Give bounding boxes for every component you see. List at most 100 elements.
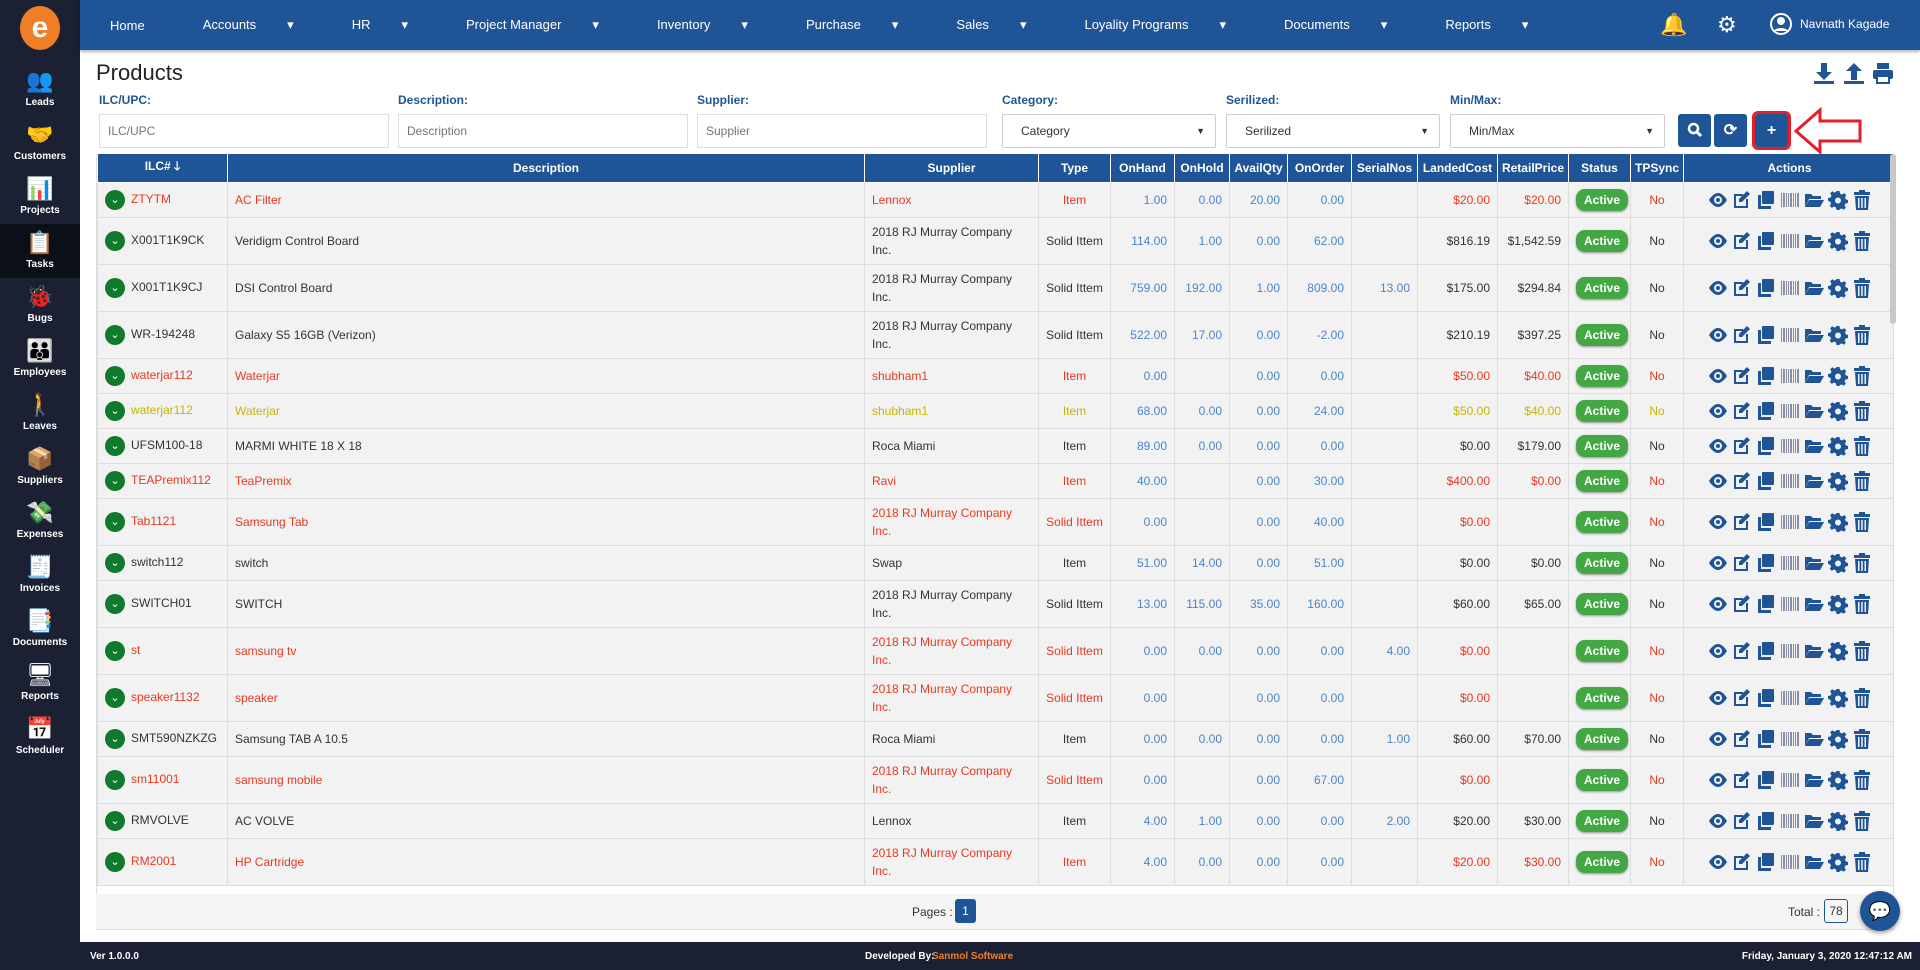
delete-icon[interactable] [1852, 230, 1872, 251]
ilc-link[interactable]: X001T1K9CJ [131, 280, 202, 294]
user-name[interactable]: Navnath Kagade [1800, 17, 1889, 31]
sidebar-item-leads[interactable]: 👥 Leads [0, 62, 80, 116]
app-logo[interactable]: e [20, 6, 60, 50]
view-icon[interactable] [1708, 231, 1728, 251]
barcode-icon[interactable] [1780, 688, 1800, 708]
copy-icon[interactable] [1756, 366, 1776, 386]
barcode-icon[interactable] [1780, 366, 1800, 386]
barcode-icon[interactable] [1780, 729, 1800, 749]
barcode-icon[interactable] [1780, 190, 1800, 210]
sidebar-item-suppliers[interactable]: 📦 Suppliers [0, 440, 80, 494]
settings-icon[interactable] [1827, 641, 1848, 661]
ilc-link[interactable]: ZTYTM [131, 192, 171, 206]
folder-icon[interactable] [1804, 688, 1824, 708]
barcode-icon[interactable] [1780, 278, 1800, 298]
table-row[interactable]: ⌄ X001T1K9CJ DSI Control Board 2018 RJ Murr… [97, 263, 1893, 312]
delete-icon[interactable] [1852, 470, 1872, 491]
print-icon[interactable] [1872, 62, 1894, 90]
copy-icon[interactable] [1756, 190, 1776, 210]
table-row[interactable]: ⌄ ZTYTM AC Filter Lennox Item 1.00 0.00 20.00 0.… [97, 181, 1893, 218]
ilc-link[interactable]: UFSM100-18 [131, 438, 202, 452]
company-link[interactable]: Sanmol Software [932, 951, 1013, 962]
copy-icon[interactable] [1756, 811, 1776, 831]
edit-icon[interactable] [1732, 436, 1752, 456]
settings-icon[interactable] [1827, 325, 1848, 345]
expand-chevron-icon[interactable]: ⌄ [105, 277, 125, 298]
expand-chevron-icon[interactable]: ⌄ [105, 593, 125, 614]
ilc-link[interactable]: RMVOLVE [131, 813, 189, 827]
folder-icon[interactable] [1804, 471, 1824, 491]
view-icon[interactable] [1708, 325, 1728, 345]
table-row[interactable]: ⌄ WR-194248 Galaxy S5 16GB (Verizon) 2018 R… [97, 310, 1893, 359]
nav-documents[interactable]: Documents ▾ [1284, 17, 1416, 33]
barcode-icon[interactable] [1780, 325, 1800, 345]
settings-icon[interactable] [1827, 688, 1848, 708]
serialized-select[interactable]: Serilized ▼ [1226, 114, 1440, 148]
settings-icon[interactable] [1827, 512, 1848, 532]
ilc-link[interactable]: WR-194248 [131, 327, 195, 341]
edit-icon[interactable] [1732, 401, 1752, 421]
ilc-link[interactable]: switch112 [131, 555, 183, 569]
sidebar-item-projects[interactable]: 📊 Projects [0, 170, 80, 224]
edit-icon[interactable] [1732, 190, 1752, 210]
ilc-link[interactable]: TEAPremix112 [131, 473, 211, 487]
view-icon[interactable] [1708, 852, 1728, 872]
user-avatar-icon[interactable] [1770, 13, 1792, 41]
expand-chevron-icon[interactable]: ⌄ [105, 851, 125, 872]
view-icon[interactable] [1708, 436, 1728, 456]
expand-chevron-icon[interactable]: ⌄ [105, 728, 125, 749]
edit-icon[interactable] [1732, 729, 1752, 749]
ilc-link[interactable]: Tab1121 [131, 514, 176, 528]
folder-icon[interactable] [1804, 770, 1824, 790]
nav-sales[interactable]: Sales ▾ [956, 17, 1055, 33]
nav-project-manager[interactable]: Project Manager ▾ [466, 17, 628, 33]
view-icon[interactable] [1708, 190, 1728, 210]
nav-hr[interactable]: HR ▾ [352, 17, 437, 33]
copy-icon[interactable] [1756, 231, 1776, 251]
copy-icon[interactable] [1756, 471, 1776, 491]
folder-icon[interactable] [1804, 278, 1824, 298]
barcode-icon[interactable] [1780, 512, 1800, 532]
view-icon[interactable] [1708, 553, 1728, 573]
copy-icon[interactable] [1756, 325, 1776, 345]
search-button[interactable] [1678, 114, 1711, 147]
chat-button[interactable]: 💬 [1860, 891, 1900, 931]
delete-icon[interactable] [1852, 769, 1872, 790]
nav-purchase[interactable]: Purchase ▾ [806, 17, 927, 33]
view-icon[interactable] [1708, 366, 1728, 386]
edit-icon[interactable] [1732, 811, 1752, 831]
delete-icon[interactable] [1852, 810, 1872, 831]
table-scrollbar[interactable] [1890, 154, 1896, 324]
delete-icon[interactable] [1852, 277, 1872, 298]
view-icon[interactable] [1708, 811, 1728, 831]
edit-icon[interactable] [1732, 770, 1752, 790]
column-header[interactable]: ILC# 🡓 [97, 154, 228, 183]
table-row[interactable]: ⌄ switch112 switch Swap Item 51.00 14.00 0.00 51… [97, 544, 1893, 581]
settings-icon[interactable] [1827, 190, 1848, 210]
sidebar-item-scheduler[interactable]: 📅 Scheduler [0, 710, 80, 764]
settings-icon[interactable] [1827, 366, 1848, 386]
copy-icon[interactable] [1756, 641, 1776, 661]
expand-chevron-icon[interactable]: ⌄ [105, 400, 125, 421]
barcode-icon[interactable] [1780, 401, 1800, 421]
view-icon[interactable] [1708, 688, 1728, 708]
edit-icon[interactable] [1732, 594, 1752, 614]
barcode-icon[interactable] [1780, 231, 1800, 251]
delete-icon[interactable] [1852, 640, 1872, 661]
copy-icon[interactable] [1756, 553, 1776, 573]
edit-icon[interactable] [1732, 325, 1752, 345]
ilc-link[interactable]: waterjar112 [131, 368, 193, 382]
page-1-button[interactable]: 1 [955, 899, 976, 923]
bell-icon[interactable]: 🔔 [1660, 12, 1687, 38]
settings-icon[interactable] [1827, 811, 1848, 831]
table-row[interactable]: ⌄ X001T1K9CK Veridigm Control Board 2018 RJ… [97, 216, 1893, 265]
delete-icon[interactable] [1852, 435, 1872, 456]
category-select[interactable]: Category ▼ [1002, 114, 1216, 148]
view-icon[interactable] [1708, 401, 1728, 421]
ilc-link[interactable]: sm11001 [131, 772, 179, 786]
expand-chevron-icon[interactable]: ⌄ [105, 189, 125, 210]
sidebar-item-invoices[interactable]: 🧾 Invoices [0, 548, 80, 602]
folder-icon[interactable] [1804, 436, 1824, 456]
expand-chevron-icon[interactable]: ⌄ [105, 769, 125, 790]
ilc-link[interactable]: st [131, 643, 140, 657]
